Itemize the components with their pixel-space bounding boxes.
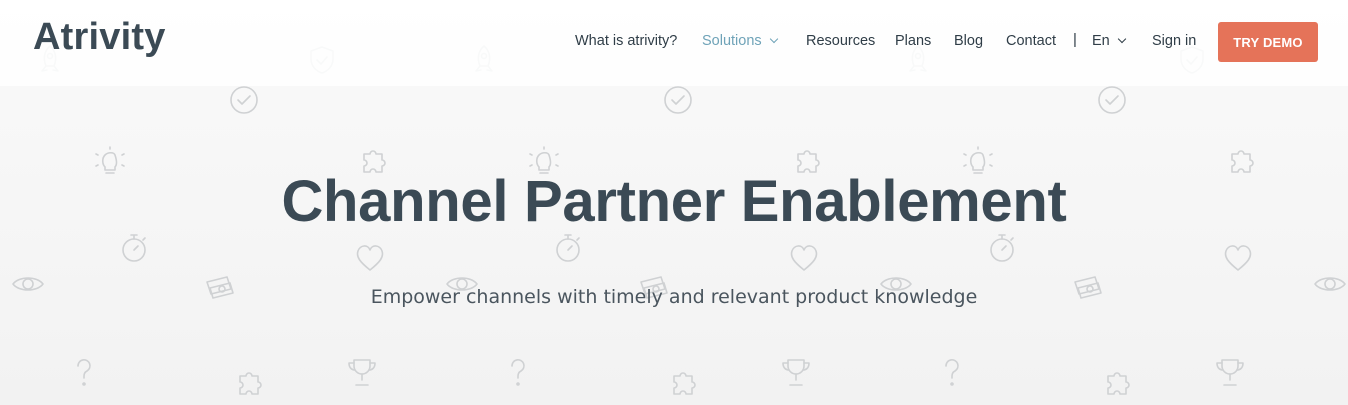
nav-item-solutions-label: Solutions [702, 33, 762, 49]
nav-separator: | [1073, 31, 1077, 48]
nav-item-contact[interactable]: Contact [1006, 33, 1056, 49]
puzzle-icon [239, 372, 262, 395]
heart-icon [790, 245, 818, 271]
nav-item-what-is[interactable]: What is atrivity? [575, 33, 677, 49]
site-header: Atrivity What is atrivity? Solutions Res… [0, 0, 1348, 86]
main-nav: What is atrivity? Solutions Resources Pl… [0, 0, 1348, 86]
question-icon [511, 359, 525, 386]
chevron-down-icon [1117, 34, 1126, 44]
try-demo-button[interactable]: TRY DEMO [1218, 22, 1318, 62]
page: Atrivity What is atrivity? Solutions Res… [0, 0, 1348, 405]
check-circle-icon [1098, 86, 1126, 114]
nav-item-solutions[interactable]: Solutions [702, 33, 778, 49]
sign-in-link[interactable]: Sign in [1152, 33, 1196, 49]
heart-icon [1224, 245, 1252, 271]
hero-subtitle: Empower channels with timely and relevan… [370, 286, 978, 308]
question-icon [945, 359, 959, 386]
check-circle-icon [664, 86, 692, 114]
check-circle-icon [230, 86, 258, 114]
question-icon [77, 359, 91, 386]
trophy-icon [1216, 359, 1244, 386]
puzzle-icon [673, 372, 696, 395]
language-label: En [1092, 33, 1110, 49]
chevron-down-icon [769, 34, 778, 44]
nav-item-blog[interactable]: Blog [954, 33, 983, 49]
puzzle-icon [1107, 372, 1130, 395]
stopwatch-icon [122, 234, 146, 262]
nav-item-plans[interactable]: Plans [895, 33, 931, 49]
heart-icon [356, 245, 384, 271]
trophy-icon [782, 359, 810, 386]
nav-item-resources[interactable]: Resources [806, 33, 875, 49]
hero-title: Channel Partner Enablement [281, 169, 1067, 234]
stopwatch-icon [990, 234, 1014, 262]
trophy-icon [348, 359, 376, 386]
stopwatch-icon [556, 234, 580, 262]
language-selector[interactable]: En [1092, 33, 1126, 49]
